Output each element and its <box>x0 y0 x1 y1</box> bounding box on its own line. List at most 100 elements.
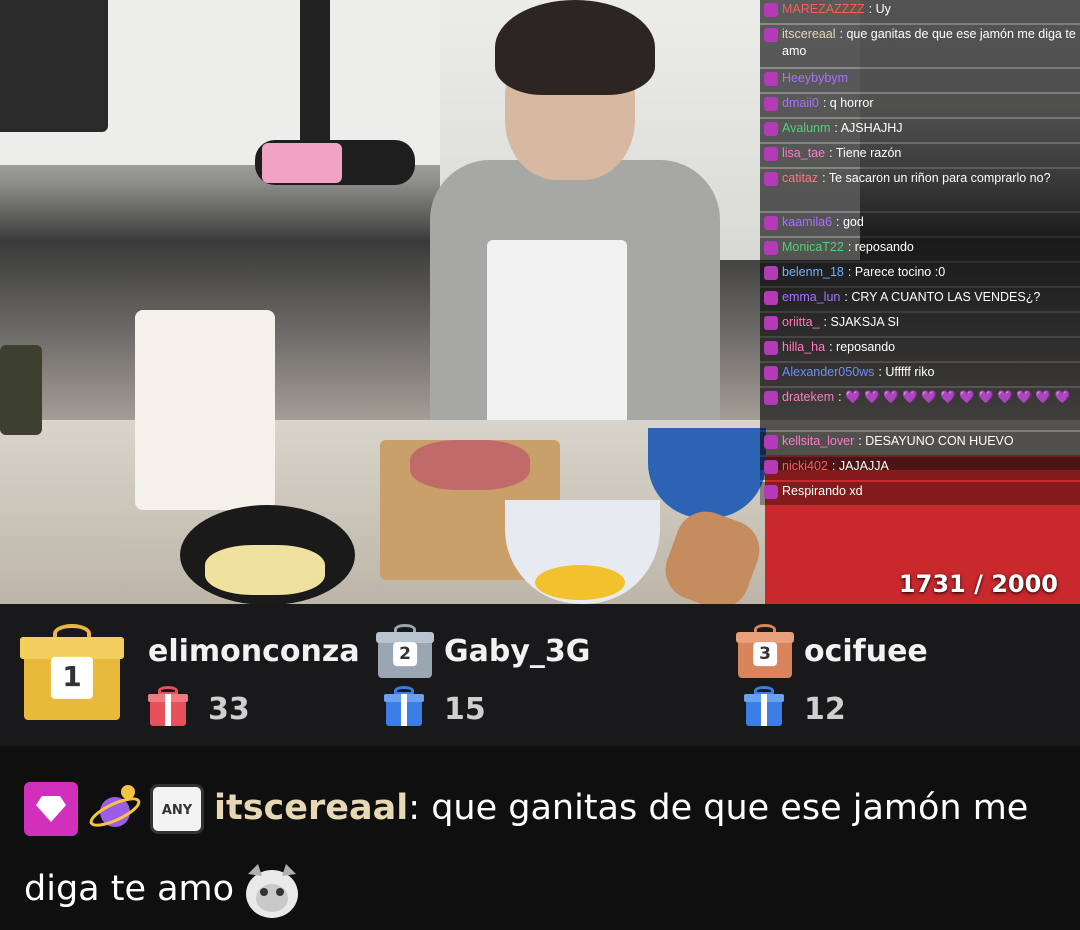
chat-badge-icon <box>764 316 778 330</box>
message-line-2: diga te amo <box>24 858 304 922</box>
chat-overlay: MAREZAZZZZ: Uy itscereaal: que ganitas de… <box>760 0 1080 505</box>
chat-badge-icon <box>764 241 778 255</box>
chat-message-body: Avalunm: AJSHAJHJ <box>782 120 1076 137</box>
chat-message-text: Te sacaron un riñon para comprarlo no? <box>828 171 1051 185</box>
streamer-hair <box>495 0 655 95</box>
chat-message-text: q horror <box>829 96 874 110</box>
chat-username[interactable]: emma_lun <box>782 290 840 304</box>
chat-username[interactable]: lisa_tae <box>782 146 825 160</box>
chat-message-text: Respirando xd <box>782 484 863 498</box>
chat-username[interactable]: catitaz <box>782 171 818 185</box>
chat-message-body: hilla_ha: reposando <box>782 339 1076 356</box>
message-text-2: diga te amo <box>24 869 235 909</box>
gifter-count-1: 33 <box>208 692 250 727</box>
chat-badge-icon <box>764 460 778 474</box>
chat-colon: : <box>822 96 830 110</box>
beaten-eggs <box>535 565 625 600</box>
top-gifters-bar: 1 elimonconza 33 2 Gaby_3G 15 3 ocifuee … <box>0 604 1080 746</box>
chat-badge-icon <box>764 291 778 305</box>
chat-message-text: reposando <box>836 340 896 354</box>
chat-message-text: DESAYUNO CON HUEVO <box>865 434 1014 448</box>
chat-message: MAREZAZZZZ: Uy <box>760 0 1080 23</box>
chat-username[interactable]: Alexander050ws <box>782 365 874 379</box>
chat-colon: : <box>847 240 855 254</box>
stream-video: MAREZAZZZZ: Uy itscereaal: que ganitas de… <box>0 0 1080 604</box>
chat-message-text: CRY A CUANTO LAS VENDES¿? <box>851 290 1041 304</box>
message-line-1: itscereaal: que ganitas de que ese jamón… <box>214 788 1028 828</box>
chat-username[interactable]: itscereaal <box>782 27 836 41</box>
chat-message: nicki402: JAJAJJA <box>760 457 1080 480</box>
chat-username[interactable]: oriitta_ <box>782 315 820 329</box>
message-text-1: que ganitas de que ese jamón me <box>431 788 1029 828</box>
chat-message: lisa_tae: Tiene razón <box>760 144 1080 167</box>
message-username[interactable]: itscereaal <box>214 788 408 828</box>
chat-badge-icon <box>764 28 778 42</box>
chat-message-body: catitaz: Te sacaron un riñon para compra… <box>782 170 1076 187</box>
chat-message-text: AJSHAJHJ <box>840 121 903 135</box>
apron <box>487 240 627 440</box>
chat-username[interactable]: nicki402 <box>782 459 828 473</box>
chat-message-body: lisa_tae: Tiene razón <box>782 145 1076 162</box>
chat-message: Avalunm: AJSHAJHJ <box>760 119 1080 142</box>
gift-rank-number: 1 <box>50 656 94 699</box>
chat-colon: : <box>829 146 836 160</box>
chat-message-body: Alexander050ws: Ufffff riko <box>782 364 1076 381</box>
chat-username[interactable]: MonicaT22 <box>782 240 844 254</box>
chat-badge-icon <box>764 266 778 280</box>
chat-badge-icon <box>764 172 778 186</box>
chat-message-body: itscereaal: que ganitas de que ese jamón… <box>782 26 1076 60</box>
chat-colon: : <box>836 215 843 229</box>
gift-icon <box>744 686 784 726</box>
chat-username[interactable]: kellsita_lover <box>782 434 854 448</box>
chat-colon: : <box>822 171 829 185</box>
gift-rank-number: 2 <box>393 642 417 667</box>
chat-message: emma_lun: CRY A CUANTO LAS VENDES¿? <box>760 288 1080 311</box>
chat-message-text: Tiene razón <box>835 146 902 160</box>
chat-colon: : <box>829 340 837 354</box>
energy-drink-can <box>0 345 42 435</box>
chat-username[interactable]: dratekem <box>782 390 834 404</box>
gift-icon <box>148 686 188 726</box>
chat-username[interactable]: Heeybybym <box>782 71 848 85</box>
chat-badge-icon <box>764 366 778 380</box>
chat-message: itscereaal: que ganitas de que ese jamón… <box>760 25 1080 67</box>
ham-slices <box>410 440 530 490</box>
gift-rank-1-icon: 1 <box>20 624 124 720</box>
chat-message-body: Respirando xd <box>782 483 1076 500</box>
chat-message: dmaii0: q horror <box>760 94 1080 117</box>
chat-message-body: belenm_18: Parece tocino :0 <box>782 264 1076 281</box>
any-key-badge-icon: ANY <box>150 784 204 834</box>
chat-message-body: emma_lun: CRY A CUANTO LAS VENDES¿? <box>782 289 1076 306</box>
chat-message-body: dmaii0: q horror <box>782 95 1076 112</box>
chat-message: catitaz: Te sacaron un riñon para compra… <box>760 169 1080 211</box>
chat-message: MonicaT22: reposando <box>760 238 1080 261</box>
chat-username[interactable]: dmaii0 <box>782 96 819 110</box>
chat-message: Respirando xd <box>760 482 1080 505</box>
microwave <box>0 0 108 132</box>
chat-badge-icon <box>764 97 778 111</box>
chat-message-text: JAJAJJA <box>838 459 889 473</box>
chat-message-body: MonicaT22: reposando <box>782 239 1076 256</box>
chat-username[interactable]: kaamila6 <box>782 215 832 229</box>
message-colon: : <box>408 788 432 828</box>
chat-username[interactable]: Avalunm <box>782 121 830 135</box>
chat-message: kaamila6: god <box>760 213 1080 236</box>
chat-message-body: kellsita_lover: DESAYUNO CON HUEVO <box>782 433 1076 450</box>
gift-rank-number: 3 <box>753 642 777 667</box>
chat-colon: : <box>868 2 876 16</box>
chat-username[interactable]: hilla_ha <box>782 340 825 354</box>
diced-potatoes <box>205 545 325 595</box>
chat-badge-icon <box>764 3 778 17</box>
chat-colon: : <box>831 459 839 473</box>
chat-message-text: Uy <box>875 2 891 16</box>
gifter-name-2: Gaby_3G <box>444 634 591 669</box>
chat-message: hilla_ha: reposando <box>760 338 1080 361</box>
gift-rank-3-icon: 3 <box>735 624 795 678</box>
chat-message-body: oriitta_: SJAKSJA SI <box>782 314 1076 331</box>
chat-message-body: nicki402: JAJAJJA <box>782 458 1076 475</box>
chat-message-body: kaamila6: god <box>782 214 1076 231</box>
chat-username[interactable]: MAREZAZZZZ <box>782 2 865 16</box>
chat-message: kellsita_lover: DESAYUNO CON HUEVO <box>760 432 1080 455</box>
gifter-name-3: ocifuee <box>804 634 928 669</box>
chat-username[interactable]: belenm_18 <box>782 265 844 279</box>
